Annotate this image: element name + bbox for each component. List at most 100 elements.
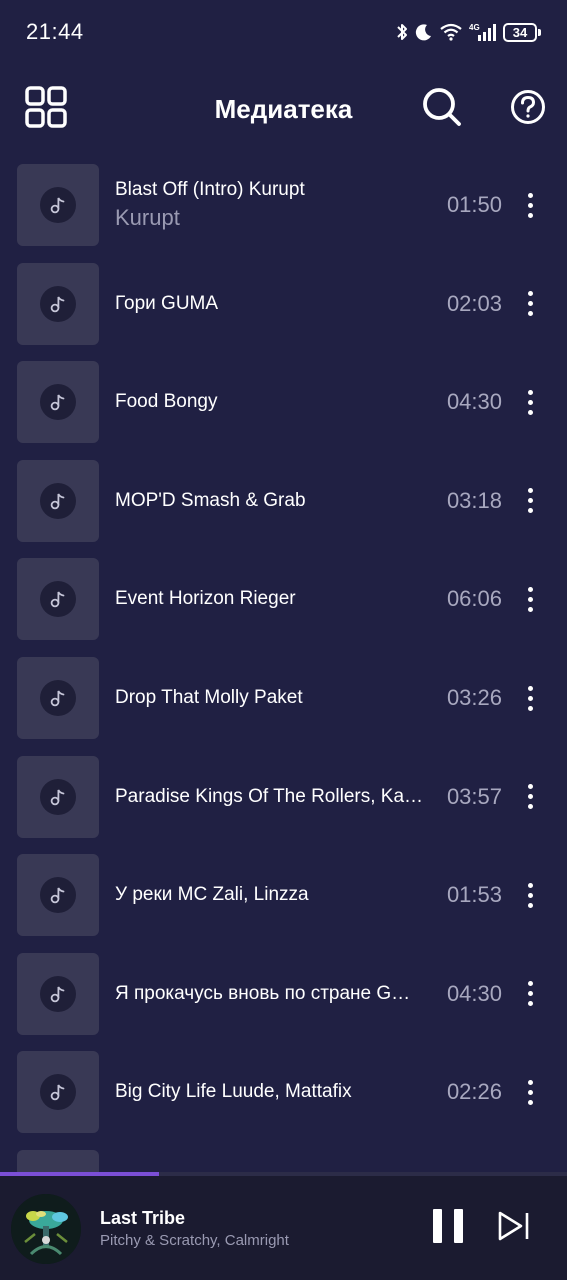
track-duration: 04:30 (446, 980, 502, 1006)
now-playing-cover[interactable] (11, 1194, 81, 1264)
now-playing-bar[interactable]: Last Tribe Pitchy & Scratchy, Calmright (0, 1172, 567, 1280)
status-icons: 4G 34 (395, 22, 541, 42)
music-note-icon (40, 778, 76, 815)
track-cover[interactable] (17, 854, 99, 937)
track-cover[interactable] (17, 952, 99, 1035)
track-item[interactable]: Я прокачусь вновь по стране G… 04:30 (0, 944, 567, 1043)
track-duration: 03:26 (446, 685, 502, 710)
track-item[interactable]: MOP'D Smash & Grab 03:18 (0, 451, 567, 550)
track-title: Я прокачусь вновь по стране G… (115, 982, 411, 1004)
track-cover[interactable] (17, 558, 99, 641)
pause-button[interactable] (426, 1206, 470, 1250)
music-note-icon (40, 1074, 76, 1111)
track-cover[interactable] (17, 164, 99, 246)
more-options-button[interactable] (514, 747, 546, 847)
more-vertical-icon (527, 192, 533, 218)
track-item[interactable]: Гори GUMA 02:03 (0, 254, 567, 353)
skip-next-icon (497, 1210, 531, 1247)
help-icon (510, 89, 546, 130)
more-vertical-icon (527, 1079, 533, 1105)
more-vertical-icon (527, 685, 533, 711)
track-text: Food Bongy (115, 352, 427, 452)
music-note-icon (40, 482, 76, 519)
track-cover[interactable] (17, 657, 99, 739)
track-cover[interactable] (17, 1051, 99, 1134)
track-cover[interactable] (17, 262, 99, 345)
track-text: Гори GUMA (115, 254, 427, 354)
more-options-button[interactable] (514, 549, 546, 649)
track-item[interactable]: У реки MC Zali, Linzza 01:53 (0, 845, 567, 944)
track-text: У реки MC Zali, Linzza (115, 845, 427, 945)
track-duration: 01:50 (446, 192, 502, 217)
music-note-icon (40, 581, 76, 618)
track-title: Big City Life Luude, Mattafix (115, 1081, 352, 1103)
signal-icon: 4G (469, 22, 497, 42)
track-duration: 03:57 (446, 783, 502, 809)
track-title: MOP'D Smash & Grab (115, 489, 306, 511)
next-track-button[interactable] (494, 1206, 534, 1250)
track-item[interactable]: Blast Off (Intro) Kurupt Kurupt 01:50 (0, 155, 567, 254)
playback-progress[interactable] (0, 1172, 567, 1176)
track-item[interactable] (0, 1141, 567, 1175)
now-playing-title: Last Tribe (100, 1208, 186, 1228)
track-title: Drop That Molly Paket (115, 687, 303, 708)
more-options-button[interactable] (514, 451, 546, 551)
music-note-icon (40, 877, 76, 914)
playback-progress-fill (0, 1172, 159, 1176)
status-time: 21:44 (26, 19, 84, 44)
track-duration: 01:53 (446, 882, 502, 908)
track-text: Blast Off (Intro) Kurupt Kurupt (115, 155, 427, 255)
more-options-button[interactable] (514, 944, 546, 1044)
more-options-button[interactable] (514, 352, 546, 452)
more-options-button[interactable] (514, 155, 546, 255)
more-options-button[interactable] (514, 845, 546, 945)
track-item[interactable]: Drop That Molly Paket 03:26 (0, 648, 567, 747)
track-item[interactable]: Paradise Kings Of The Rollers, Ka… 03:57 (0, 747, 567, 846)
music-note-icon (40, 680, 76, 716)
track-text: Paradise Kings Of The Rollers, Ka… (115, 747, 427, 847)
more-options-button[interactable] (514, 648, 546, 748)
now-playing-artist: Pitchy & Scratchy, Calmright (100, 1232, 289, 1249)
track-title: Event Horizon Rieger (115, 588, 296, 610)
search-button[interactable] (416, 72, 468, 146)
track-cover[interactable] (17, 459, 99, 542)
music-note-icon (40, 975, 76, 1012)
track-title: Blast Off (Intro) Kurupt (115, 179, 305, 200)
track-title: Paradise Kings Of The Rollers, Ka… (115, 785, 424, 807)
page-title: Медиатека (214, 93, 353, 124)
music-note-icon (40, 285, 76, 322)
track-text: Я прокачусь вновь по стране G… (115, 944, 427, 1044)
music-note-icon (40, 384, 76, 421)
track-title: Food Bongy (115, 391, 218, 413)
more-vertical-icon (527, 389, 533, 415)
battery-level: 34 (503, 22, 537, 42)
track-list[interactable]: Blast Off (Intro) Kurupt Kurupt 01:50 Го… (0, 155, 567, 1175)
more-vertical-icon (527, 291, 533, 317)
track-text: Big City Life Luude, Mattafix (115, 1042, 427, 1142)
pause-icon (431, 1207, 465, 1250)
track-item[interactable]: Food Bongy 04:30 (0, 352, 567, 451)
app-header: Медиатека (0, 72, 567, 146)
music-note-icon (40, 187, 76, 223)
track-duration: 03:18 (446, 487, 502, 513)
help-button[interactable] (504, 72, 552, 146)
track-duration: 06:06 (446, 586, 502, 612)
network-type-label: 4G (469, 23, 480, 32)
track-item[interactable]: Event Horizon Rieger 06:06 (0, 549, 567, 648)
track-duration: 04:30 (446, 389, 502, 415)
track-text: Drop That Molly Paket (115, 648, 427, 748)
status-bar: 21:44 4G 34 (0, 0, 567, 64)
grid-view-button[interactable] (20, 72, 72, 146)
moon-icon (415, 23, 433, 41)
track-duration: 02:26 (446, 1079, 502, 1105)
more-vertical-icon (527, 981, 533, 1007)
more-vertical-icon (527, 882, 533, 908)
grid-icon (24, 85, 68, 134)
track-duration: 02:03 (446, 290, 502, 316)
more-options-button[interactable] (514, 254, 546, 354)
more-vertical-icon (527, 586, 533, 612)
track-cover[interactable] (17, 755, 99, 838)
track-item[interactable]: Big City Life Luude, Mattafix 02:26 (0, 1042, 567, 1141)
track-cover[interactable] (17, 361, 99, 444)
more-options-button[interactable] (514, 1042, 546, 1142)
